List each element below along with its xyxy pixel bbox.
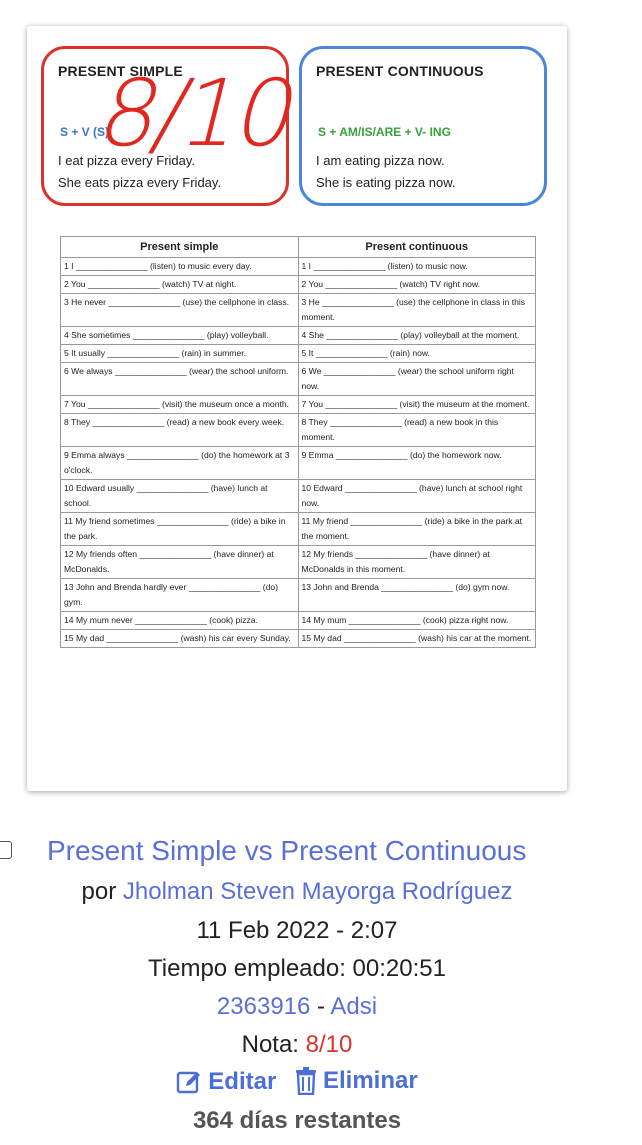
time-spent: Tiempo empleado: 00:20:51 (148, 955, 446, 982)
present-simple-example-2: She eats pizza every Friday. (58, 175, 222, 190)
exercise-row: 12 My friends often _______________ (hav… (60, 545, 536, 579)
exercise-row: 15 My dad _______________ (wash) his car… (60, 629, 536, 648)
exercise-simple-cell: 9 Emma always _______________ (do) the h… (60, 446, 299, 480)
grade-value: 8/10 (305, 1031, 353, 1058)
exercise-simple-cell: 5 It usually _______________ (rain) in s… (60, 344, 299, 363)
exercise-continuous-cell: 9 Emma _______________ (do) the homework… (297, 446, 536, 480)
exercise-row: 8 They _______________ (read) a new book… (60, 413, 536, 447)
exercise-simple-cell: 7 You _______________ (visit) the museum… (60, 395, 299, 414)
exercise-simple-cell: 4 She sometimes _______________ (play) v… (60, 326, 299, 345)
exercise-simple-cell: 11 My friend sometimes _______________ (… (60, 512, 299, 546)
exercise-continuous-cell: 3 He _______________ (use) the cellphone… (297, 293, 536, 327)
present-continuous-example-2: She is eating pizza now. (316, 175, 456, 190)
delete-button[interactable]: Eliminar (295, 1067, 418, 1095)
present-continuous-title: PRESENT CONTINUOUS (316, 63, 484, 79)
actions-line: Editar Eliminar (0, 1067, 594, 1102)
exercise-simple-cell: 1 I _______________ (listen) to music ev… (60, 257, 299, 276)
exercise-simple-cell: 15 My dad _______________ (wash) his car… (60, 629, 299, 648)
exercise-simple-cell: 6 We always _______________ (wear) the s… (60, 362, 299, 396)
exercise-simple-cell: 3 He never _______________ (use) the cel… (60, 293, 299, 327)
exercise-continuous-cell: 6 We _______________ (wear) the school u… (297, 362, 536, 396)
exercise-simple-cell: 2 You _______________ (watch) TV at nigh… (60, 275, 299, 294)
exercise-continuous-cell: 15 My dad _______________ (wash) his car… (297, 629, 536, 648)
author-prefix: por (81, 878, 117, 905)
exercise-continuous-cell: 4 She _______________ (play) volleyball … (297, 326, 536, 345)
exercise-simple-cell: 13 John and Brenda hardly ever _________… (60, 578, 299, 612)
present-continuous-example-1: I am eating pizza now. (316, 153, 445, 168)
delete-label: Eliminar (322, 1067, 418, 1094)
edit-button[interactable]: Editar (176, 1068, 276, 1096)
author-line: por Jholman Steven Mayorga Rodríguez (0, 878, 594, 906)
exercise-continuous-cell: 8 They _______________ (read) a new book… (297, 413, 536, 447)
column-header-continuous: Present continuous (297, 236, 536, 258)
trash-icon (295, 1067, 316, 1095)
worksheet-title-link[interactable]: Present Simple vs Present Continuous (47, 835, 526, 867)
exercise-row: 10 Edward usually _______________ (have)… (60, 479, 536, 513)
handwritten-grade: 8/10 (88, 60, 307, 167)
select-checkbox[interactable] (0, 841, 12, 859)
edit-icon (177, 1071, 201, 1094)
grade-line: Nota: 8/10 (0, 1031, 594, 1059)
exercise-continuous-cell: 5 It _______________ (rain) now. (297, 344, 536, 363)
exercise-continuous-cell: 14 My mum _______________ (cook) pizza r… (297, 611, 536, 630)
exercise-row: 6 We always _______________ (wear) the s… (60, 362, 536, 396)
exercise-row: 9 Emma always _______________ (do) the h… (60, 446, 536, 480)
exercise-continuous-cell: 13 John and Brenda _______________ (do) … (297, 578, 536, 612)
exercise-row: 11 My friend sometimes _______________ (… (60, 512, 536, 546)
exercise-simple-cell: 8 They _______________ (read) a new book… (60, 413, 299, 447)
exercise-row: 2 You _______________ (watch) TV at nigh… (60, 275, 536, 294)
submission-date: 11 Feb 2022 - 2:07 (196, 917, 398, 944)
exercise-continuous-cell: 12 My friends _______________ (have dinn… (297, 545, 536, 579)
edit-label: Editar (208, 1068, 277, 1095)
present-continuous-box: PRESENT CONTINUOUS S + AM/IS/ARE + V- IN… (299, 46, 547, 206)
exercise-row: 3 He never _______________ (use) the cel… (60, 293, 536, 327)
exercise-row: 14 My mum never _______________ (cook) p… (60, 611, 536, 630)
group-link[interactable]: Adsi (330, 993, 377, 1020)
days-remaining: 364 días restantes (192, 1107, 402, 1134)
exercise-simple-cell: 12 My friends often _______________ (hav… (60, 545, 299, 579)
worksheet-thumbnail[interactable]: PRESENT SIMPLE S + V (S) I eat pizza eve… (27, 26, 567, 791)
present-continuous-formula: S + AM/IS/ARE + V- ING (318, 125, 451, 139)
exercise-continuous-cell: 11 My friend _______________ (ride) a bi… (297, 512, 536, 546)
exercise-row: 13 John and Brenda hardly ever _________… (60, 578, 536, 612)
author-link[interactable]: Jholman Steven Mayorga Rodríguez (123, 878, 513, 905)
id-separator: - (317, 993, 326, 1020)
grade-label: Nota: (241, 1031, 299, 1058)
exercise-row: 1 I _______________ (listen) to music ev… (60, 257, 536, 276)
exercise-continuous-cell: 2 You _______________ (watch) TV right n… (297, 275, 536, 294)
exercise-continuous-cell: 1 I _______________ (listen) to music no… (297, 257, 536, 276)
id-group-line: 2363916 - Adsi (0, 993, 594, 1021)
exercise-continuous-cell: 10 Edward _______________ (have) lunch a… (297, 479, 536, 513)
exercise-simple-cell: 14 My mum never _______________ (cook) p… (60, 611, 299, 630)
exercise-row: 5 It usually _______________ (rain) in s… (60, 344, 536, 363)
exercise-continuous-cell: 7 You _______________ (visit) the museum… (297, 395, 536, 414)
exercise-row: 4 She sometimes _______________ (play) v… (60, 326, 536, 345)
exercise-row: 7 You _______________ (visit) the museum… (60, 395, 536, 414)
exercise-table: Present simple Present continuous 1 I __… (60, 236, 536, 648)
id-link[interactable]: 2363916 (217, 993, 310, 1020)
column-header-simple: Present simple (60, 236, 299, 258)
exercise-simple-cell: 10 Edward usually _______________ (have)… (60, 479, 299, 513)
